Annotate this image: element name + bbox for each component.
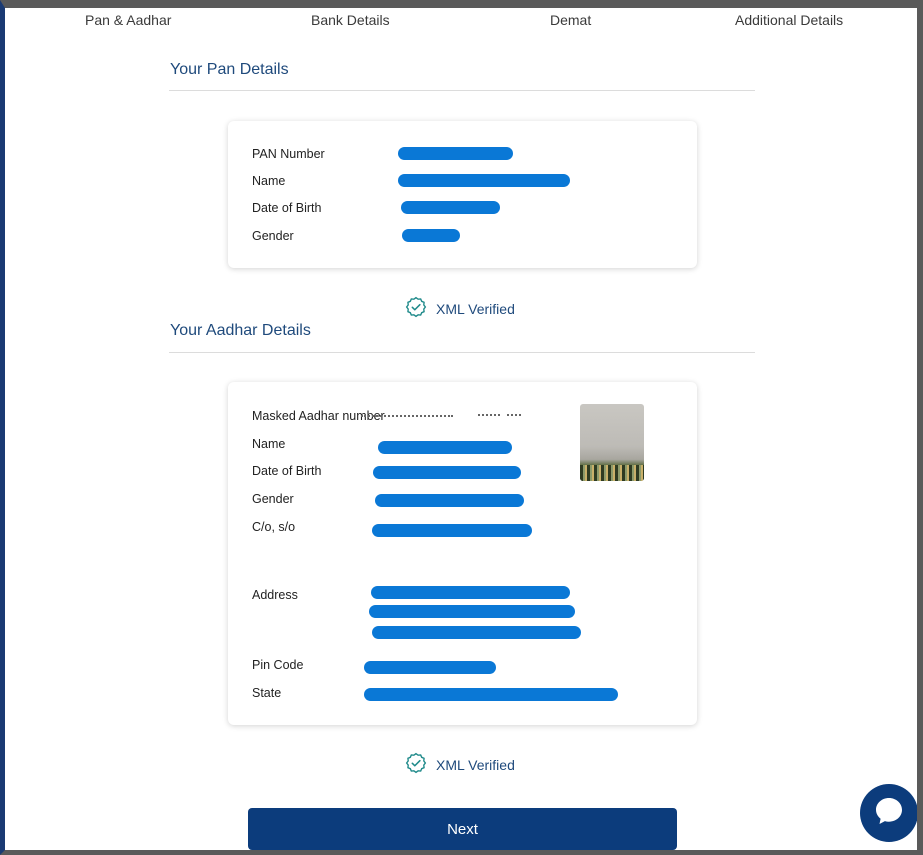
aadhar-photo [580,404,644,481]
pan-details-card: PAN Number Name Date of Birth Gender [228,121,697,268]
app-window: Pan & Aadhar Bank Details Demat Addition… [0,0,923,855]
chat-bubble-icon [872,794,906,833]
step-demat[interactable]: Demat [550,12,591,28]
pan-name-value-redacted [398,174,570,187]
pan-name-label: Name [252,174,286,188]
aadhar-dob-label: Date of Birth [252,464,322,478]
pan-dob-label: Date of Birth [252,201,322,215]
pan-section-title: Your Pan Details [170,61,289,78]
pan-dob-value-redacted [401,201,500,214]
aadhar-details-card: Masked Aadhar number Name Date of Birth … [228,382,697,725]
aadhar-pincode-label: Pin Code [252,658,304,672]
step-pan-aadhar[interactable]: Pan & Aadhar [85,12,171,28]
aadhar-dob-value-redacted [373,466,521,479]
step-additional-details[interactable]: Additional Details [735,12,843,28]
badge-check-icon [405,296,427,323]
pan-verified-label: XML Verified [436,301,515,317]
progress-stepper: Pan & Aadhar Bank Details Demat Addition… [5,12,917,30]
aadhar-xml-verified: XML Verified [405,752,515,779]
aadhar-section-title: Your Aadhar Details [170,322,311,339]
pan-gender-value-redacted [402,229,460,242]
aadhar-state-label: State [252,686,282,700]
aadhar-name-value-redacted [378,441,512,454]
aadhar-address-line1-redacted [371,586,570,599]
step-bank-details[interactable]: Bank Details [311,12,390,28]
aadhar-state-value-redacted [364,688,618,701]
aadhar-name-label: Name [252,437,286,451]
aadhar-address-label: Address [252,588,298,602]
aadhar-co-value-redacted [372,524,532,537]
pan-number-label: PAN Number [252,147,325,161]
next-button[interactable]: Next [248,808,677,850]
aadhar-gender-label: Gender [252,492,294,506]
pan-number-value-redacted [398,147,513,160]
aadhar-pincode-value-redacted [364,661,496,674]
chat-button[interactable] [860,784,917,842]
masked-aadhar-scribble [478,414,500,418]
aadhar-address-line3-redacted [372,626,581,639]
masked-aadhar-scribble [361,415,453,419]
aadhar-divider [169,352,755,353]
pan-xml-verified: XML Verified [405,296,515,323]
aadhar-co-label: C/o, s/o [252,520,296,534]
pan-divider [169,90,755,91]
badge-check-icon [405,752,427,779]
pan-gender-label: Gender [252,229,294,243]
aadhar-gender-value-redacted [375,494,524,507]
masked-aadhar-scribble [507,414,521,418]
aadhar-verified-label: XML Verified [436,757,515,773]
aadhar-address-line2-redacted [369,605,575,618]
